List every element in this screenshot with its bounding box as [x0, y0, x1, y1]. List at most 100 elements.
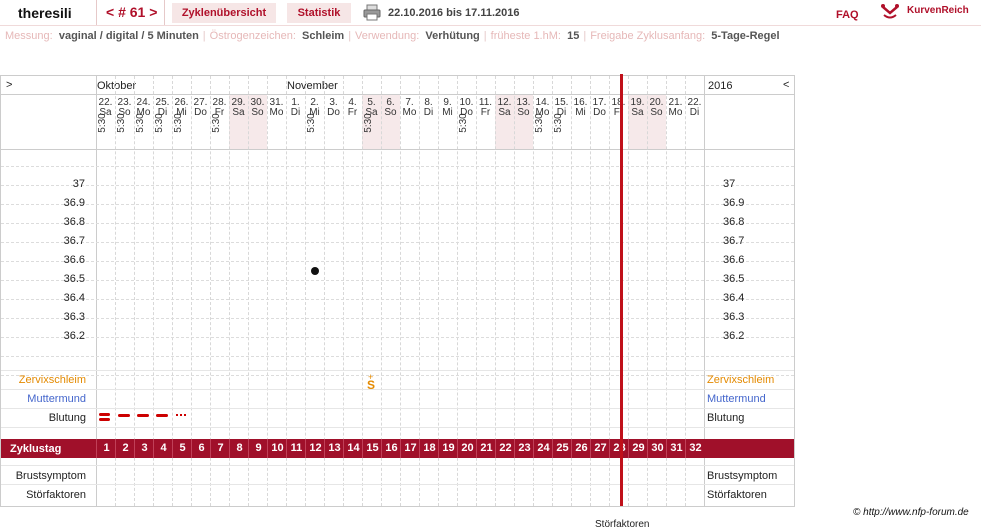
cycle-day-number: 31 — [666, 439, 686, 458]
cycle-day-number: 24 — [533, 439, 553, 458]
row-divider — [1, 149, 794, 150]
cycle-day-number: 13 — [324, 439, 344, 458]
cycle-day-number: 17 — [400, 439, 420, 458]
temp-label-left: 36.8 — [63, 216, 85, 228]
row-label-zervix: Zervixschleim — [18, 374, 86, 386]
printer-icon[interactable] — [363, 3, 381, 21]
cycle-day-number: 22 — [495, 439, 515, 458]
cycle-day-number: 29 — [628, 439, 648, 458]
cycle-day-number: 30 — [647, 439, 667, 458]
row-divider — [1, 94, 794, 95]
row-label-zervix-right: Zervixschleim — [707, 374, 775, 386]
username: theresili — [18, 5, 72, 21]
row-divider — [1, 389, 794, 390]
day-weekday: Fr — [613, 107, 624, 118]
cycle-day-number: 32 — [685, 439, 705, 458]
row-label-zyklustag: Zyklustag — [10, 443, 62, 455]
temp-label-left: 36.5 — [63, 273, 85, 285]
temperature-point — [310, 266, 319, 275]
cycle-day-number: 2 — [115, 439, 135, 458]
day-weekday: So — [384, 107, 397, 118]
cycle-day-number: 5 — [172, 439, 192, 458]
row-label-muttermund: Muttermund — [27, 393, 86, 405]
cycle-day-number: 26 — [571, 439, 591, 458]
cycle-day-number: 6 — [191, 439, 211, 458]
divider — [96, 0, 97, 26]
prev-period-button[interactable]: > — [6, 79, 12, 91]
temp-label-right: 36.9 — [723, 197, 745, 209]
temp-label-left: 37 — [72, 178, 85, 190]
param-separator: | — [202, 30, 206, 42]
param-value: Schleim — [302, 30, 345, 42]
param-value: Verhütung — [425, 30, 480, 42]
grid-hline — [1, 166, 794, 167]
bleeding-mark — [118, 414, 130, 417]
day-weekday: Mo — [269, 107, 284, 118]
day-weekday: Di — [290, 107, 301, 118]
day-weekday: Mo — [402, 107, 417, 118]
measure-time: 5:30 — [211, 113, 222, 133]
temp-label-left: 36.7 — [63, 235, 85, 247]
grid-hline — [1, 242, 794, 243]
cycle-day-number: 8 — [229, 439, 249, 458]
measure-time: 5:30 — [534, 113, 545, 133]
bleeding-mark — [180, 414, 182, 416]
param-separator: | — [483, 30, 487, 42]
grid-hline — [1, 375, 794, 376]
measure-time: 5:30 — [458, 113, 469, 133]
cycle-day-number: 11 — [286, 439, 306, 458]
temp-label-left: 36.6 — [63, 254, 85, 266]
row-divider — [1, 484, 794, 485]
measure-time: 5:30 — [154, 113, 165, 133]
tab-cycle-overview[interactable]: Zyklenübersicht — [172, 3, 276, 23]
grid-hline — [1, 337, 794, 338]
row-label-brust-right: Brustsymptom — [707, 470, 778, 482]
tab-statistics[interactable]: Statistik — [287, 3, 351, 23]
cycle-day-number: 14 — [343, 439, 363, 458]
cycle-day-number: 10 — [267, 439, 287, 458]
param-value: 15 — [567, 30, 580, 42]
bleeding-mark — [156, 414, 168, 417]
cycle-day-number: 9 — [248, 439, 268, 458]
header-divider — [0, 25, 981, 26]
param-value: 5-Tage-Regel — [711, 30, 780, 42]
temp-label-left: 36.4 — [63, 292, 85, 304]
day-weekday: So — [517, 107, 530, 118]
bleeding-mark — [176, 414, 178, 416]
cycle-day-number: 18 — [419, 439, 439, 458]
next-period-button[interactable]: < — [783, 79, 789, 91]
cycle-day-number: 15 — [362, 439, 382, 458]
param-label: Östrogenzeichen: — [209, 30, 296, 42]
day-weekday: Di — [423, 107, 434, 118]
day-weekday: Mo — [668, 107, 683, 118]
temp-label-right: 36.4 — [723, 292, 745, 304]
row-label-stoer-right: Störfaktoren — [707, 489, 767, 501]
day-weekday: Di — [689, 107, 700, 118]
grid-hline — [1, 223, 794, 224]
temp-label-right: 37 — [723, 178, 736, 190]
temp-label-right: 36.8 — [723, 216, 745, 228]
day-weekday: Sa — [498, 107, 511, 118]
grid-hline — [1, 261, 794, 262]
cycle-day-number: 7 — [210, 439, 230, 458]
month-label: November — [287, 80, 338, 92]
row-label-blutung-right: Blutung — [707, 412, 745, 424]
kurvenreich-logo-icon — [880, 1, 900, 21]
day-weekday: Mi — [442, 107, 453, 118]
cycle-day-number: 25 — [552, 439, 572, 458]
param-label: früheste 1.hM: — [490, 30, 561, 42]
date-range: 22.10.2016 bis 17.11.2016 — [388, 7, 520, 19]
faq-link[interactable]: FAQ — [836, 9, 859, 21]
cycle-day-number: 21 — [476, 439, 496, 458]
day-weekday: So — [650, 107, 663, 118]
cycle-day-number: 1 — [96, 439, 116, 458]
row-divider — [1, 427, 794, 428]
temp-label-right: 36.7 — [723, 235, 745, 247]
row-divider — [1, 465, 794, 466]
day-weekday: Do — [327, 107, 340, 118]
day-weekday: Do — [593, 107, 606, 118]
cycle-nav[interactable]: < # 61 > — [106, 4, 157, 20]
brand-link[interactable]: KurvenReich — [907, 5, 969, 16]
measure-time: 5:30 — [553, 113, 564, 133]
cycle-day-number: 27 — [590, 439, 610, 458]
